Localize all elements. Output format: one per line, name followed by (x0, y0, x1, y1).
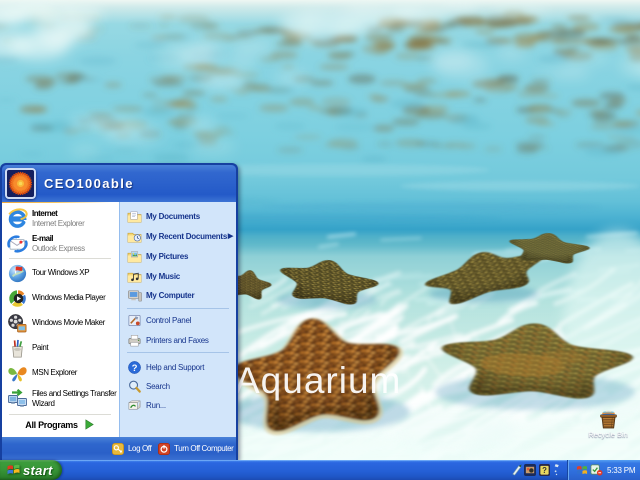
svg-text:?: ? (131, 362, 137, 372)
svg-text:?: ? (542, 466, 547, 475)
